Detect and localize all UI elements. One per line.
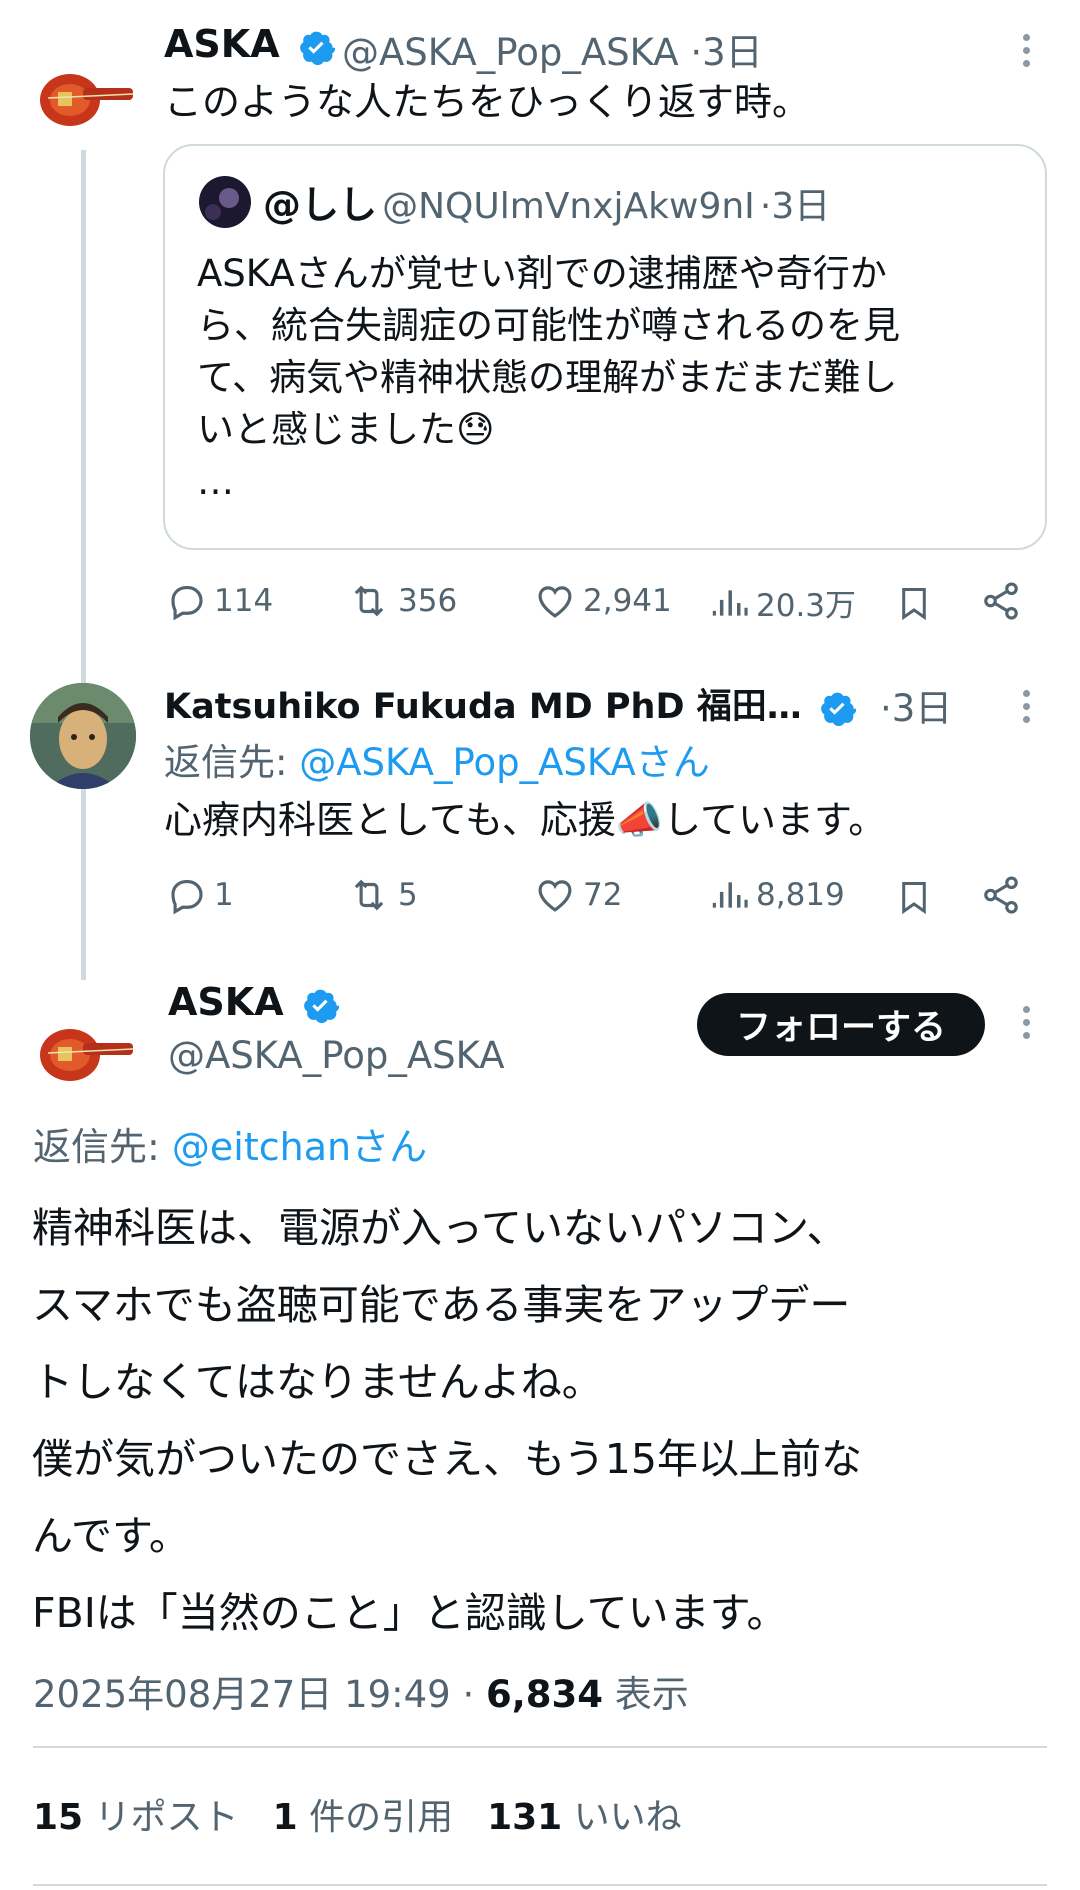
like-button[interactable]: 2,941 [533,580,672,622]
heart-icon [538,880,572,912]
quoted-tweet[interactable]: @しし @NQUlmVnxjAkw9nI ·3日 ASKAさんが覚せい剤での逮捕… [163,144,1047,550]
tweet-meta: @ASKA_Pop_ASKA ·3日 [342,22,763,76]
avatar-aska[interactable] [28,40,138,150]
views-count: 6,834 [486,1673,604,1716]
reposts-stat-count: 15 [33,1797,84,1838]
quote-avatar [199,176,251,228]
quote-sep: · [759,186,772,227]
reply-icon [171,879,203,915]
reply-to-link[interactable]: @eitchanさん [172,1125,427,1169]
main-tweet-text: 精神科医は、電源が入っていないパソコン、 スマホでも盗聴可能である事実をアップデ… [32,1190,862,1652]
repost-button[interactable]: 356 [346,580,457,622]
quote-author-name: @しし [263,183,378,227]
timestamp[interactable]: 2025年08月27日 19:49 · [33,1673,486,1716]
quote-handle: @NQUlmVnxjAkw9nI [382,186,755,227]
text-line: トしなくてはなりませんよね。 [32,1358,603,1406]
timestamp-row: 2025年08月27日 19:49 · 6,834 表示 [33,1664,689,1718]
bookmark-icon[interactable] [895,876,933,922]
heart-icon [538,586,572,618]
likes-stat[interactable]: 131 いいね [487,1788,682,1840]
repost-count: 356 [398,583,458,619]
reposts-stat-label: リポスト [83,1797,239,1838]
views-label: 表示 [603,1673,689,1716]
quote-ellipsis: … [197,460,234,503]
more-options-icon[interactable] [1016,34,1036,73]
reply-prefix: 返信先: [33,1125,172,1169]
meta-sep: · [690,31,703,74]
share-icon[interactable] [980,874,1022,920]
author-name[interactable]: ASKA [168,980,339,1024]
engagement-stats: 15 リポスト 1 件の引用 131 いいね [33,1788,682,1840]
quotes-stat-label: 件の引用 [297,1797,454,1838]
author-name-text[interactable]: ASKA [164,22,280,66]
text-line: んです。 [32,1512,190,1560]
verified-badge-icon [300,31,335,65]
text-line: 精神科医は、電源が入っていないパソコン、 [32,1204,848,1252]
author-handle[interactable]: @ASKA_Pop_ASKA [168,1034,505,1077]
views-count: 8,819 [756,877,845,913]
views-count: 20.3万 [756,588,857,624]
quote-header: @しし @NQUlmVnxjAkw9nI ·3日 [263,174,830,229]
views-icon [712,882,748,908]
author-name[interactable]: ASKA [164,22,335,66]
reply-context: 返信先: @ASKA_Pop_ASKAさん [164,732,710,786]
author-name-text[interactable]: Katsuhiko Fukuda MD PhD 福田… [164,687,802,727]
more-options-icon[interactable] [1016,1006,1036,1045]
text-line: スマホでも盗聴可能である事実をアップデー [32,1281,851,1329]
reply-button[interactable]: 1 [166,874,234,916]
repost-icon [354,585,384,617]
follow-button[interactable]: フォローする [697,993,985,1056]
author-handle[interactable]: @ASKA_Pop_ASKA [342,31,679,74]
quote-line: いと感じました😓 [197,408,495,451]
repost-count: 5 [398,877,418,913]
verified-badge-icon [304,989,339,1023]
views-icon [712,589,748,616]
views-button[interactable]: 8,819 [712,874,845,916]
tweet-time[interactable]: 3日 [892,687,953,730]
repost-button[interactable]: 5 [346,874,418,916]
quote-line: て、病気や精神状態の理解がまだまだ難し [197,356,898,399]
tweet-meta: ·3日 [880,678,952,732]
reply-to-link[interactable]: @ASKA_Pop_ASKAさん [299,741,710,784]
tweet-text: このような人たちをひっくり返す時。 [164,80,811,124]
tweet-time[interactable]: 3日 [702,31,763,74]
quotes-stat-count: 1 [272,1797,298,1838]
more-options-icon[interactable] [1016,690,1036,729]
author-name[interactable]: Katsuhiko Fukuda MD PhD 福田… [164,678,856,729]
avatar-fukuda[interactable] [30,683,136,789]
bookmark-icon[interactable] [895,582,933,628]
quote-time: 3日 [771,186,831,227]
text-line: FBIは「当然のこと」と認識しています。 [32,1589,788,1637]
likes-stat-label: いいね [562,1797,682,1838]
like-count: 2,941 [583,583,672,619]
divider [33,1884,1047,1886]
reply-context: 返信先: @eitchanさん [33,1116,427,1171]
reply-count: 114 [214,583,274,619]
reply-prefix: 返信先: [164,741,300,784]
like-button[interactable]: 72 [533,874,622,916]
likes-stat-count: 131 [487,1797,563,1838]
quotes-stat[interactable]: 1 件の引用 [273,1788,454,1840]
reply-icon [171,585,203,621]
thread-line [81,140,86,980]
text-line: 僕が気がついたのでさえ、もう15年以上前な [32,1435,862,1483]
tweet-text: 心療内科医としても、応援📣しています。 [164,798,887,842]
reposts-stat[interactable]: 15 リポスト [33,1788,239,1840]
avatar-aska[interactable] [28,1000,138,1110]
reply-count: 1 [214,877,234,913]
quote-line: ら、統合失調症の可能性が噂されるのを見 [197,304,900,347]
repost-icon [354,879,384,911]
verified-badge-icon [821,692,856,727]
author-name-text[interactable]: ASKA [168,980,284,1024]
like-count: 72 [583,877,623,913]
meta-sep: · [880,687,892,730]
reply-button[interactable]: 114 [166,580,273,622]
views-button[interactable]: 20.3万 [712,580,856,625]
divider [33,1746,1047,1748]
quote-text: ASKAさんが覚せい剤での逮捕歴や奇行か ら、統合失調症の可能性が噂されるのを見… [197,248,900,508]
quote-line: ASKAさんが覚せい剤での逮捕歴や奇行か [197,252,887,295]
share-icon[interactable] [980,580,1022,626]
